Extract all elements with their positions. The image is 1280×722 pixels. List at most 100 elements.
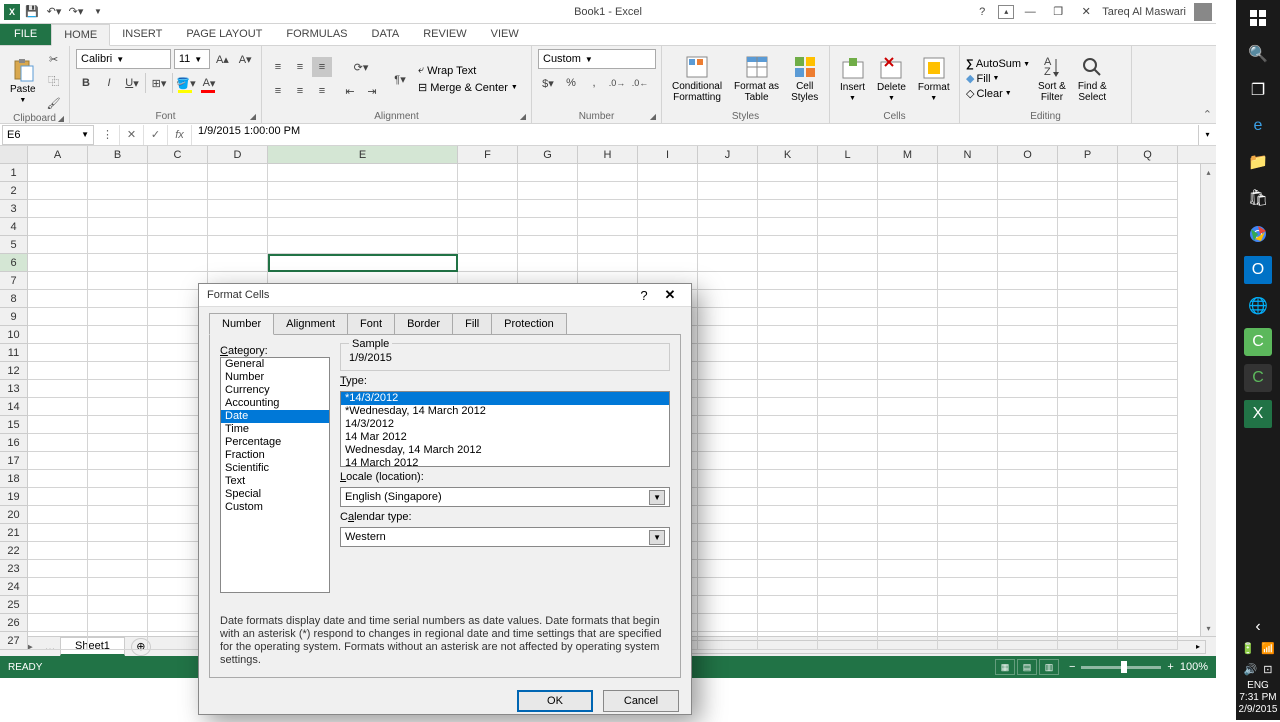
- taskbar-lang[interactable]: ENG: [1247, 680, 1269, 692]
- cell[interactable]: [998, 362, 1058, 380]
- cell[interactable]: [758, 380, 818, 398]
- wrap-text-button[interactable]: ⤶Wrap Text: [418, 64, 476, 77]
- cell[interactable]: [998, 182, 1058, 200]
- cell[interactable]: [148, 164, 208, 182]
- orientation-icon[interactable]: ⟳▾: [351, 57, 371, 77]
- cell[interactable]: [818, 452, 878, 470]
- cell[interactable]: [28, 182, 88, 200]
- column-header[interactable]: D: [208, 146, 268, 163]
- font-name-combo[interactable]: Calibri▼: [76, 49, 171, 69]
- cell[interactable]: [758, 560, 818, 578]
- tab-insert[interactable]: INSERT: [110, 23, 174, 45]
- category-item[interactable]: Time: [221, 423, 329, 436]
- cell[interactable]: [818, 326, 878, 344]
- cell[interactable]: [938, 380, 998, 398]
- column-header[interactable]: F: [458, 146, 518, 163]
- cell[interactable]: [1118, 308, 1178, 326]
- cell[interactable]: [88, 290, 148, 308]
- dialog-title-bar[interactable]: Format Cells ? ✕: [199, 284, 691, 307]
- cell[interactable]: [268, 200, 458, 218]
- cell[interactable]: [818, 290, 878, 308]
- cell[interactable]: [28, 380, 88, 398]
- type-item[interactable]: 14 March 2012: [341, 457, 669, 467]
- cell[interactable]: [998, 542, 1058, 560]
- align-middle-icon[interactable]: ≡: [290, 57, 310, 77]
- collapse-ribbon-icon[interactable]: ⌃: [1203, 108, 1212, 121]
- row-header[interactable]: 18: [0, 470, 28, 488]
- cell[interactable]: [818, 470, 878, 488]
- cell[interactable]: [88, 542, 148, 560]
- cell[interactable]: [88, 218, 148, 236]
- type-item[interactable]: 14/3/2012: [341, 418, 669, 431]
- cell[interactable]: [938, 488, 998, 506]
- row-header[interactable]: 8: [0, 290, 28, 308]
- help-icon[interactable]: ?: [970, 2, 994, 22]
- cell[interactable]: [758, 470, 818, 488]
- align-bottom-icon[interactable]: ≡: [312, 57, 332, 77]
- cell[interactable]: [88, 380, 148, 398]
- column-header[interactable]: C: [148, 146, 208, 163]
- shrink-font-icon[interactable]: A▾: [235, 49, 255, 69]
- cell[interactable]: [878, 290, 938, 308]
- cell[interactable]: [818, 164, 878, 182]
- cell[interactable]: [758, 308, 818, 326]
- camtasia-icon[interactable]: C: [1244, 328, 1272, 356]
- row-header[interactable]: 6: [0, 254, 28, 272]
- cell[interactable]: [698, 470, 758, 488]
- cell[interactable]: [998, 524, 1058, 542]
- cell[interactable]: [1058, 344, 1118, 362]
- cell[interactable]: [1118, 272, 1178, 290]
- cell[interactable]: [1058, 254, 1118, 272]
- cell[interactable]: [88, 434, 148, 452]
- category-item[interactable]: Accounting: [221, 397, 329, 410]
- cell[interactable]: [88, 182, 148, 200]
- cell[interactable]: [88, 308, 148, 326]
- cell[interactable]: [878, 182, 938, 200]
- cell[interactable]: [88, 164, 148, 182]
- cell[interactable]: [1058, 632, 1118, 650]
- cell[interactable]: [938, 434, 998, 452]
- cell[interactable]: [878, 272, 938, 290]
- percent-icon[interactable]: %: [561, 73, 581, 93]
- cell[interactable]: [938, 560, 998, 578]
- cell[interactable]: [88, 560, 148, 578]
- cell[interactable]: [518, 200, 578, 218]
- row-header[interactable]: 11: [0, 344, 28, 362]
- cell[interactable]: [28, 596, 88, 614]
- cell[interactable]: [938, 200, 998, 218]
- cell[interactable]: [758, 182, 818, 200]
- cell[interactable]: [878, 488, 938, 506]
- cell[interactable]: [88, 596, 148, 614]
- name-box[interactable]: E6▼: [2, 125, 94, 145]
- cell[interactable]: [818, 308, 878, 326]
- cell[interactable]: [208, 236, 268, 254]
- calendar-select[interactable]: Western▼: [340, 527, 670, 547]
- scroll-down-icon[interactable]: ▾: [1201, 620, 1216, 636]
- cell[interactable]: [998, 560, 1058, 578]
- cell[interactable]: [758, 542, 818, 560]
- type-item[interactable]: 14 Mar 2012: [341, 431, 669, 444]
- underline-icon[interactable]: U▾: [122, 73, 142, 93]
- cell[interactable]: [938, 218, 998, 236]
- cell[interactable]: [758, 200, 818, 218]
- cell[interactable]: [578, 236, 638, 254]
- cell[interactable]: [818, 182, 878, 200]
- font-size-combo[interactable]: 11▼: [174, 49, 210, 69]
- qat-redo-icon[interactable]: ↷▾: [66, 2, 86, 22]
- cell[interactable]: [28, 614, 88, 632]
- cell[interactable]: [28, 542, 88, 560]
- decrease-decimal-icon[interactable]: .0←: [630, 73, 650, 93]
- cell[interactable]: [698, 398, 758, 416]
- cell[interactable]: [1118, 416, 1178, 434]
- cell[interactable]: [1118, 452, 1178, 470]
- rtl-icon[interactable]: ¶▾: [390, 69, 410, 89]
- cell[interactable]: [148, 254, 208, 272]
- excel-task-icon[interactable]: X: [1244, 400, 1272, 428]
- column-header[interactable]: H: [578, 146, 638, 163]
- cell[interactable]: [998, 398, 1058, 416]
- cell[interactable]: [878, 560, 938, 578]
- cell[interactable]: [818, 272, 878, 290]
- cell[interactable]: [518, 164, 578, 182]
- cell[interactable]: [758, 254, 818, 272]
- cell[interactable]: [458, 182, 518, 200]
